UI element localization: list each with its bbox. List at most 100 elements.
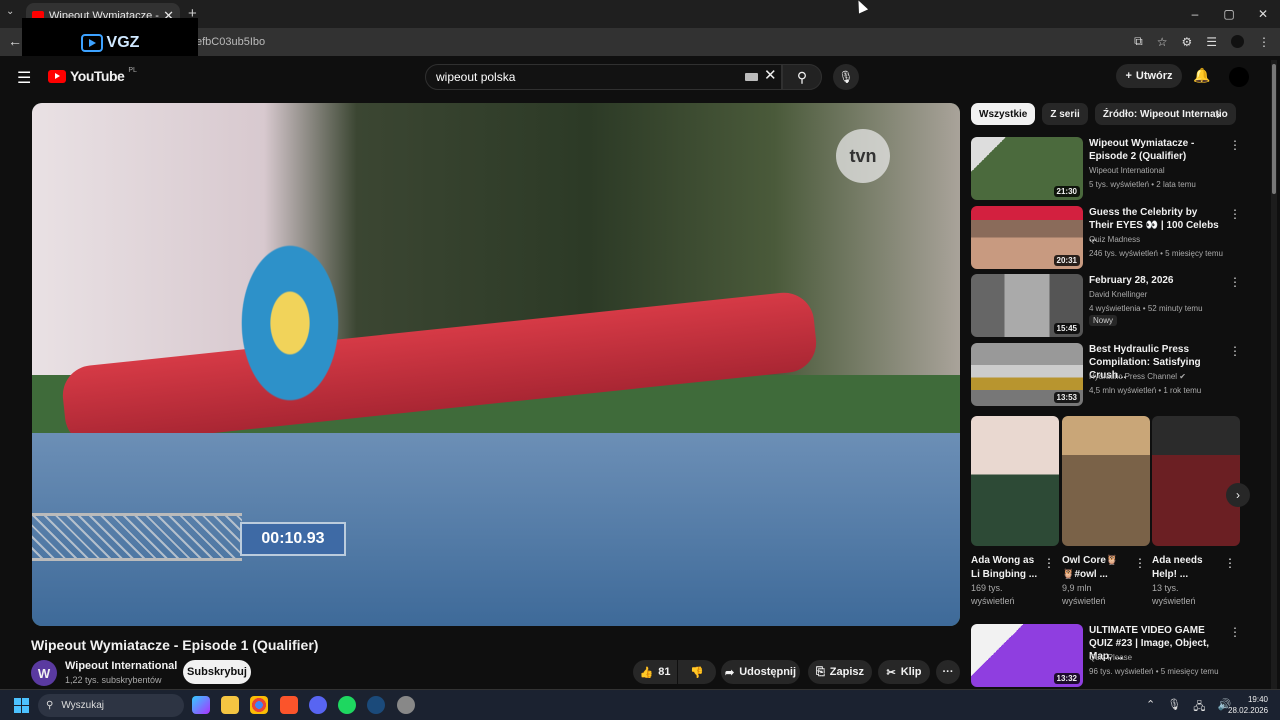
app-icon[interactable]: [397, 696, 415, 714]
more-actions-button[interactable]: ···: [936, 660, 960, 684]
close-window-button[interactable]: ✕: [1246, 0, 1280, 28]
taskbar-search[interactable]: ⚲ Wyszukaj: [38, 694, 184, 717]
short-thumbnail[interactable]: [1152, 416, 1240, 546]
tray-chevron-icon[interactable]: ⌃: [1146, 698, 1155, 717]
chip-source[interactable]: Źródło: Wipeout Internatio: [1094, 103, 1236, 125]
recommended-video[interactable]: 20:31 Guess the Celebrity by Their EYES …: [971, 206, 1271, 270]
video-thumbnail[interactable]: 20:31: [971, 206, 1083, 269]
video-thumbnail[interactable]: 15:45: [971, 274, 1083, 337]
short-views: 169 tys. wyświetleń: [971, 583, 1015, 606]
channel-name[interactable]: Wipeout International: [65, 660, 177, 672]
search-icon: ⚲: [46, 700, 54, 711]
save-button[interactable]: ⎘ Zapisz: [808, 660, 872, 684]
account-avatar[interactable]: [1229, 67, 1249, 87]
clip-button[interactable]: ✂ Klip: [878, 660, 930, 684]
video-item-title[interactable]: Wipeout Wymiatacze - Episode 2 (Qualifie…: [1089, 137, 1219, 163]
race-timer: 00:10.93: [240, 522, 346, 556]
youtube-logo[interactable]: YouTube PL: [48, 66, 137, 84]
short-thumbnail[interactable]: [971, 416, 1059, 546]
more-options-icon[interactable]: ⋮: [1229, 207, 1241, 221]
keyboard-icon[interactable]: [745, 73, 758, 81]
short-views: 9,9 mln wyświetleń: [1062, 583, 1106, 606]
short-title[interactable]: Ada needs Help! ...: [1152, 554, 1222, 582]
clear-search-icon[interactable]: ✕: [764, 66, 777, 84]
copilot-icon[interactable]: [192, 696, 210, 714]
network-icon[interactable]: 🖧: [1193, 698, 1205, 717]
extensions-icon[interactable]: ⚙: [1181, 35, 1192, 49]
save-label: Zapisz: [829, 666, 865, 678]
chip-all[interactable]: Wszystkie: [971, 103, 1036, 125]
more-options-icon[interactable]: ⋮: [1229, 138, 1241, 152]
video-item-channel[interactable]: Quiz Please: [1089, 653, 1132, 662]
recommended-video[interactable]: 13:32 ULTIMATE VIDEO GAME QUIZ #23 | Ima…: [971, 624, 1271, 688]
recommended-video[interactable]: 21:30 Wipeout Wymiatacze - Episode 2 (Qu…: [971, 137, 1271, 201]
video-thumbnail[interactable]: 13:53: [971, 343, 1083, 406]
bookmark-star-icon[interactable]: ☆: [1157, 35, 1168, 49]
url-field[interactable]: efbC03ub5Ibo: [196, 36, 265, 48]
steam-icon[interactable]: [367, 696, 385, 714]
share-button[interactable]: ➦ Udostępnij: [721, 660, 800, 684]
tvn-watermark: tvn: [836, 129, 890, 183]
recommended-video[interactable]: 15:45 February 28, 2026 David Knellinger…: [971, 274, 1271, 338]
subscribe-button[interactable]: Subskrybuj: [183, 660, 251, 684]
search-icon: ⚲: [796, 68, 808, 85]
video-player[interactable]: tvn 00:10.93: [32, 103, 960, 626]
short-more-icon[interactable]: ⋮: [1043, 556, 1055, 570]
maximize-button[interactable]: ▢: [1212, 0, 1246, 28]
video-item-title[interactable]: February 28, 2026: [1089, 274, 1219, 287]
menu-icon[interactable]: ☰: [17, 68, 31, 88]
share-icon: ➦: [724, 666, 735, 679]
video-item-channel[interactable]: David Knellinger: [1089, 290, 1147, 299]
short-title[interactable]: Owl Core🦉 🦉#owl ...: [1062, 554, 1132, 582]
taskbar-clock[interactable]: 19:40 28.02.2026: [1228, 694, 1268, 716]
video-title: Wipeout Wymiatacze - Episode 1 (Qualifie…: [31, 637, 319, 653]
duration-badge: 13:32: [1053, 673, 1080, 684]
short-title[interactable]: Ada Wong as Li Bingbing ...: [971, 554, 1041, 582]
brave-icon[interactable]: [280, 696, 298, 714]
more-options-icon[interactable]: ⋮: [1229, 625, 1241, 639]
minimize-button[interactable]: –: [1178, 0, 1212, 28]
short-more-icon[interactable]: ⋮: [1134, 556, 1146, 570]
chips-next-icon[interactable]: ›: [1216, 107, 1220, 122]
windows-start-icon[interactable]: [14, 698, 29, 713]
chrome-icon[interactable]: [250, 696, 268, 714]
taskbar-search-label: Wyszukaj: [61, 700, 105, 711]
filter-chips: Wszystkie Z serii Źródło: Wipeout Intern…: [971, 103, 1236, 125]
tray-mic-icon[interactable]: 🎙: [1167, 698, 1181, 717]
search-button[interactable]: ⚲: [782, 64, 822, 90]
create-button[interactable]: + Utwórz: [1116, 64, 1182, 88]
channel-avatar[interactable]: W: [31, 660, 57, 686]
scrollbar-thumb[interactable]: [1272, 64, 1276, 194]
profile-icon[interactable]: [1231, 35, 1244, 48]
video-item-channel[interactable]: Hydraulic Press Channel ✔: [1089, 372, 1186, 381]
file-explorer-icon[interactable]: [221, 696, 239, 714]
shorts-shelf: Ada Wong as Li Bingbing ... 169 tys. wyś…: [971, 416, 1250, 616]
search-input[interactable]: wipeout polska: [425, 64, 782, 90]
chip-series[interactable]: Z serii: [1042, 103, 1088, 125]
shorts-next-button[interactable]: ›: [1226, 483, 1250, 507]
address-bar-icons: ⧉ ☆ ⚙ ☰ ⋮: [1134, 34, 1270, 49]
video-item-channel[interactable]: Wipeout International: [1089, 166, 1165, 175]
video-thumbnail[interactable]: 13:32: [971, 624, 1083, 687]
video-item-meta: 4 wyświetlenia • 52 minuty temu: [1089, 304, 1203, 313]
notifications-bell-icon[interactable]: 🔔: [1193, 67, 1210, 84]
video-item-meta: 4,5 mln wyświetleń • 1 rok temu: [1089, 386, 1202, 395]
recommended-video[interactable]: 13:53 Best Hydraulic Press Compilation: …: [971, 343, 1271, 407]
media-icon[interactable]: ☰: [1206, 35, 1217, 49]
dislike-button[interactable]: 👎: [678, 660, 716, 684]
short-more-icon[interactable]: ⋮: [1224, 556, 1236, 570]
like-button[interactable]: 👍 81: [633, 660, 677, 684]
video-thumbnail[interactable]: 21:30: [971, 137, 1083, 200]
discord-icon[interactable]: [309, 696, 327, 714]
back-button[interactable]: ←: [8, 33, 22, 49]
video-item-channel[interactable]: Quiz Madness: [1089, 235, 1140, 244]
voice-search-button[interactable]: 🎙: [833, 64, 859, 90]
short-thumbnail[interactable]: [1062, 416, 1150, 546]
more-options-icon[interactable]: ⋮: [1229, 344, 1241, 358]
spotify-icon[interactable]: [338, 696, 356, 714]
cast-icon[interactable]: ⧉: [1134, 34, 1143, 49]
tab-list-icon[interactable]: ⌄: [6, 6, 14, 17]
country-code: PL: [128, 66, 137, 74]
browser-menu-icon[interactable]: ⋮: [1258, 35, 1270, 49]
more-options-icon[interactable]: ⋮: [1229, 275, 1241, 289]
